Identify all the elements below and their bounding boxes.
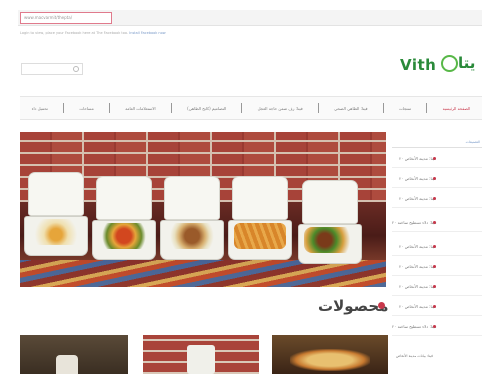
sidebar-item-label: فيتا: مدينة الأنخاص ٢٠ xyxy=(399,264,436,269)
nav-item-inquiries[interactable]: الاستعلامات العامة xyxy=(125,106,155,111)
notice-link[interactable]: Install Facebook now xyxy=(129,31,165,35)
sidebar-item[interactable]: فيتا: دلاء تسطيح ساخنة ٢٠ xyxy=(392,316,482,336)
sidebar-item-label: فيتا: مدينة الأنخاص ٢٠ xyxy=(399,156,436,161)
sidebar-item[interactable]: فيتا: مدينة الأنخاص ٢٠ xyxy=(392,168,482,188)
facebook-notice: Login to view, place your Facebook here … xyxy=(20,31,320,39)
sidebar-item-label: فيتا: مدينة الأنخاص ٢٠ xyxy=(399,244,436,249)
nav-separator xyxy=(170,103,172,113)
sidebar-item-label: فيتا: دلاء تسطيح ساخنة ٢٠ xyxy=(392,324,437,329)
browser-address-bar: www.macvarmit/thepta/ xyxy=(18,10,482,26)
hero-banner-image xyxy=(20,132,386,287)
sidebar-item[interactable]: فيتا: مدينة الأنخاص ٢٠ xyxy=(392,296,482,316)
food-item xyxy=(304,227,356,253)
food-container xyxy=(298,180,362,268)
container-image xyxy=(187,345,215,374)
container-lid xyxy=(28,172,84,216)
nav-item-home[interactable]: الصفحه الرئيسيه xyxy=(443,106,471,111)
food-item xyxy=(166,223,218,249)
cup-image xyxy=(56,355,78,374)
bullet-icon xyxy=(433,245,436,248)
container-lid xyxy=(164,176,220,220)
notice-text: Login to view, place your Facebook here … xyxy=(20,31,129,35)
main-nav: الصفحه الرئيسيه منتجات فيتا: الطاهي الصح… xyxy=(20,96,482,120)
nav-item-download[interactable]: تحميل داء xyxy=(32,106,48,111)
sidebar-item-label: فيتا: دلاء تسطيح ساخنة ٢٠ xyxy=(392,220,437,225)
food-container xyxy=(24,172,88,260)
bullet-icon xyxy=(433,285,436,288)
title-dot-icon xyxy=(378,302,385,309)
sidebar-item-label: فيتا: مدينة الأنخاص ٢٠ xyxy=(399,176,436,181)
nav-item-products[interactable]: منتجات xyxy=(399,106,411,111)
food-container xyxy=(228,176,292,264)
nav-separator xyxy=(241,103,243,113)
nav-item-spaces[interactable]: مساحات xyxy=(79,106,93,111)
sidebar-item[interactable]: فيتا: مدينة الأنخاص ٢٠ xyxy=(392,276,482,296)
food-item xyxy=(234,223,286,249)
sidebar-header-label: التصنيفات xyxy=(465,140,480,144)
sidebar-item[interactable]: فيتا: مدينة الأنخاص ٢٠ xyxy=(392,256,482,276)
logo-arabic-text: يتا xyxy=(458,54,476,72)
nav-separator xyxy=(317,103,319,113)
food-item xyxy=(98,223,150,249)
search-input[interactable] xyxy=(22,72,68,83)
search-box[interactable] xyxy=(21,63,83,83)
sidebar-header: التصنيفات xyxy=(392,140,482,148)
sidebar-item[interactable]: فيتا: مدينة الأنخاص ٢٠ xyxy=(392,236,482,256)
bullet-icon xyxy=(433,157,436,160)
food-container xyxy=(92,176,156,264)
nav-item-chef[interactable]: فيتا: الطاهي الصحي xyxy=(334,106,367,111)
product-thumbnail[interactable] xyxy=(143,335,259,374)
bullet-icon xyxy=(433,197,436,200)
nav-separator xyxy=(382,103,384,113)
search-icon[interactable] xyxy=(73,66,79,72)
logo-circle-icon xyxy=(441,55,458,72)
bullet-icon xyxy=(433,305,436,308)
sidebar-item[interactable]: فيتا: دلاء تسطيح ساخنة ٢٠ xyxy=(392,212,482,232)
nav-item-shelf[interactable]: فيتا: رف ضمن حاجة العجل xyxy=(258,106,303,111)
sidebar-item-label: فيتا: مدينة الأنخاص ٢٠ xyxy=(399,284,436,289)
logo-latin-text: Vith xyxy=(400,56,437,74)
bullet-icon xyxy=(433,221,436,224)
container-lid xyxy=(232,176,288,220)
bullet-icon xyxy=(433,177,436,180)
sidebar-item-label: فيتا: مدينة الأنخاص ٢٠ xyxy=(399,304,436,309)
bullet-icon xyxy=(433,265,436,268)
product-thumbnail[interactable] xyxy=(20,335,128,374)
nav-separator xyxy=(109,103,110,113)
category-sidebar: التصنيفات فيتا: مدينة الأنخاص ٢٠ فيتا: م… xyxy=(392,132,482,374)
food-container xyxy=(160,176,224,264)
container-lid xyxy=(96,176,152,220)
food-image xyxy=(290,349,370,371)
product-thumbnail[interactable] xyxy=(272,335,388,374)
container-lid xyxy=(302,180,358,224)
sidebar-item[interactable]: فيتا: مدينة الأنخاص ٢٠ xyxy=(392,148,482,168)
nav-item-designs[interactable]: التصاميم (كابح الطاهي) xyxy=(187,106,226,111)
nav-separator xyxy=(63,103,65,113)
food-item xyxy=(30,219,82,245)
sidebar-bottom-link[interactable]: فيتا: بيانات مدينة الأنخاص xyxy=(396,354,433,358)
bullet-icon xyxy=(433,325,436,328)
sidebar-item[interactable]: فيتا: مدينة الأنخاص ٢٠ xyxy=(392,188,482,208)
url-input[interactable]: www.macvarmit/thepta/ xyxy=(20,12,112,24)
nav-separator xyxy=(426,103,428,113)
site-logo[interactable]: Vith يتا xyxy=(400,54,476,80)
sidebar-item-label: فيتا: مدينة الأنخاص ٢٠ xyxy=(399,196,436,201)
